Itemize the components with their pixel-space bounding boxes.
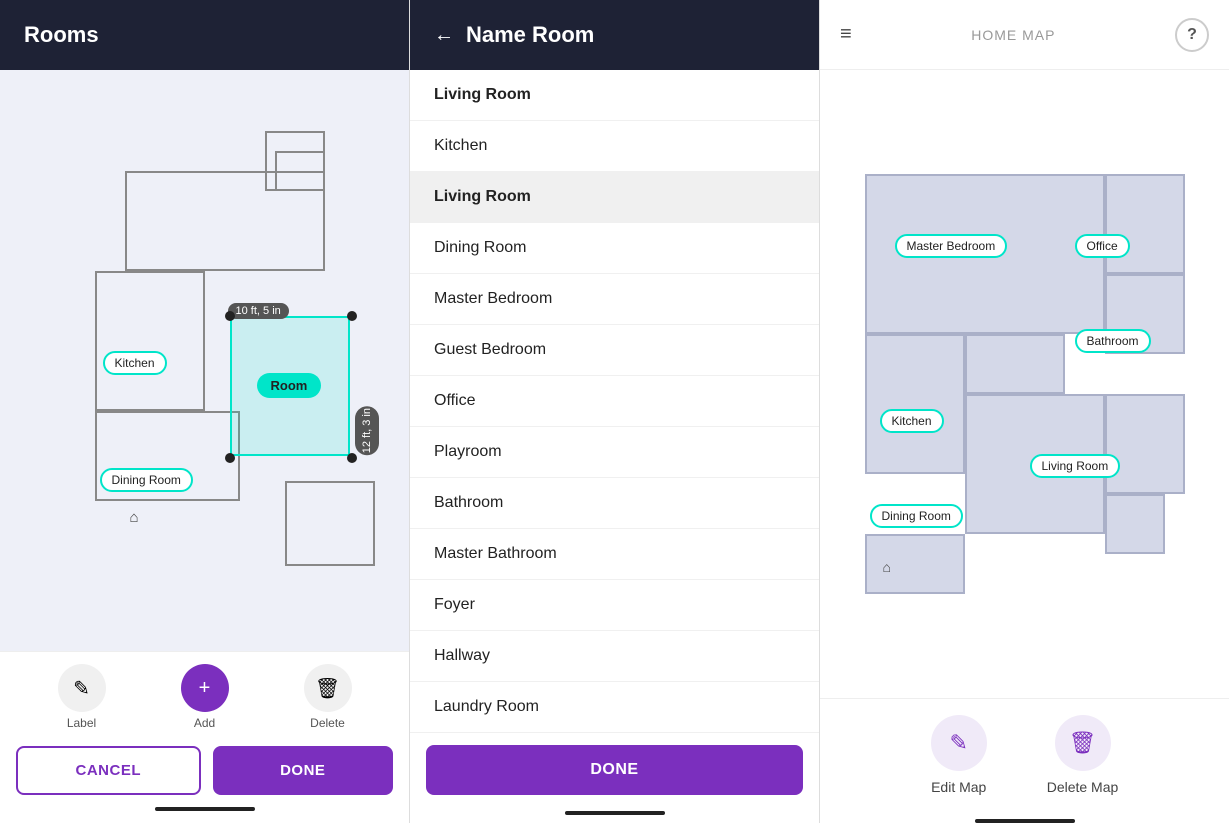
hm-br-small [1105, 494, 1165, 554]
middle-panel: ← Name Room Living RoomKitchenLiving Roo… [410, 0, 820, 823]
room-item-6[interactable]: Guest Bedroom [410, 325, 819, 376]
room-item-10[interactable]: Master Bathroom [410, 529, 819, 580]
room-item-5[interactable]: Master Bedroom [410, 274, 819, 325]
room-item-11[interactable]: Foyer [410, 580, 819, 631]
delete-button[interactable]: 🗑 Delete [304, 664, 352, 730]
hm-top-right [1105, 174, 1185, 274]
home-icon: ⌂ [130, 509, 139, 526]
left-panel: Rooms 10 ft, 5 in 12 ft, 3 in [0, 0, 410, 823]
add-button[interactable]: + Add [181, 664, 229, 730]
room-item-12[interactable]: Hallway [410, 631, 819, 682]
edit-map-label: Edit Map [931, 779, 986, 795]
toolbar-buttons: ✎ Label + Add 🗑 Delete [0, 664, 409, 738]
delete-map-label: Delete Map [1047, 779, 1119, 795]
room-item-8[interactable]: Playroom [410, 427, 819, 478]
floor-plan: 10 ft, 5 in 12 ft, 3 in Kitchen Dining R… [35, 121, 375, 601]
right-panel: ≡ HOME MAP ? Master Bedroom Office Bathr… [820, 0, 1229, 823]
edit-map-action[interactable]: ✎ Edit Map [931, 715, 987, 795]
handle-bl[interactable] [225, 453, 235, 463]
left-title: Rooms [24, 22, 99, 48]
hm-bottom-left [865, 334, 965, 474]
middle-header: ← Name Room [410, 0, 819, 70]
edit-map-icon: ✎ [931, 715, 987, 771]
room-item-1[interactable]: Living Room [410, 70, 819, 121]
kitchen-label[interactable]: Kitchen [103, 351, 167, 375]
handle-tr[interactable] [347, 311, 357, 321]
hm-bottom-mid [965, 334, 1065, 394]
right-bottom: ✎ Edit Map 🗑 Delete Map [820, 698, 1229, 815]
dimension-horizontal: 10 ft, 5 in [228, 303, 289, 319]
map-label-kitchen[interactable]: Kitchen [880, 409, 944, 433]
delete-map-action[interactable]: 🗑 Delete Map [1047, 715, 1119, 795]
help-button[interactable]: ? [1175, 18, 1209, 52]
home-map-title: HOME MAP [971, 27, 1055, 43]
handle-tl[interactable] [225, 311, 235, 321]
middle-done-area: DONE [410, 733, 819, 807]
map-label-living-room[interactable]: Living Room [1030, 454, 1121, 478]
selected-room-label[interactable]: Room [257, 373, 322, 398]
bottom-toolbar: ✎ Label + Add 🗑 Delete CANCEL DONE [0, 651, 409, 823]
action-buttons: CANCEL DONE [0, 738, 409, 803]
room-item-4[interactable]: Dining Room [410, 223, 819, 274]
middle-title: Name Room [466, 22, 594, 48]
bottom-bar-right [975, 819, 1075, 823]
map-label-bathroom[interactable]: Bathroom [1075, 329, 1151, 353]
right-header: ≡ HOME MAP ? [820, 0, 1229, 70]
dimension-vertical: 12 ft, 3 in [355, 406, 379, 455]
floor-plan-area: 10 ft, 5 in 12 ft, 3 in Kitchen Dining R… [0, 70, 409, 651]
delete-icon: 🗑 [304, 664, 352, 712]
menu-icon[interactable]: ≡ [840, 23, 852, 46]
room-shape-kitchen-area [95, 271, 205, 411]
delete-map-icon: 🗑 [1055, 715, 1111, 771]
home-map-container: Master Bedroom Office Bathroom Kitchen L… [865, 174, 1185, 594]
hm-bl-bottom [865, 534, 965, 594]
room-list: Living RoomKitchenLiving RoomDining Room… [410, 70, 819, 733]
done-button-middle[interactable]: DONE [426, 745, 803, 795]
bottom-bar-left [155, 807, 255, 811]
room-item-3[interactable]: Living Room [410, 172, 819, 223]
map-label-office[interactable]: Office [1075, 234, 1130, 258]
room-item-9[interactable]: Bathroom [410, 478, 819, 529]
room-item-2[interactable]: Kitchen [410, 121, 819, 172]
cancel-button[interactable]: CANCEL [16, 746, 201, 795]
room-item-7[interactable]: Office [410, 376, 819, 427]
room-shape-bottom-right [285, 481, 375, 566]
label-button[interactable]: ✎ Label [58, 664, 106, 730]
back-arrow-icon[interactable]: ← [434, 24, 454, 47]
room-item-13[interactable]: Laundry Room [410, 682, 819, 733]
left-header: Rooms [0, 0, 409, 70]
add-icon: + [181, 664, 229, 712]
handle-br[interactable] [347, 453, 357, 463]
map-label-dining-room[interactable]: Dining Room [870, 504, 963, 528]
bottom-bar-middle [565, 811, 665, 815]
map-label-master-bedroom[interactable]: Master Bedroom [895, 234, 1008, 258]
hm-bottom-right [1105, 394, 1185, 494]
label-icon: ✎ [58, 664, 106, 712]
right-map-area: Master Bedroom Office Bathroom Kitchen L… [820, 70, 1229, 698]
room-shape-small [275, 151, 325, 191]
map-home-icon: ⌂ [883, 559, 891, 575]
dining-label[interactable]: Dining Room [100, 468, 193, 492]
done-button-left[interactable]: DONE [213, 746, 394, 795]
